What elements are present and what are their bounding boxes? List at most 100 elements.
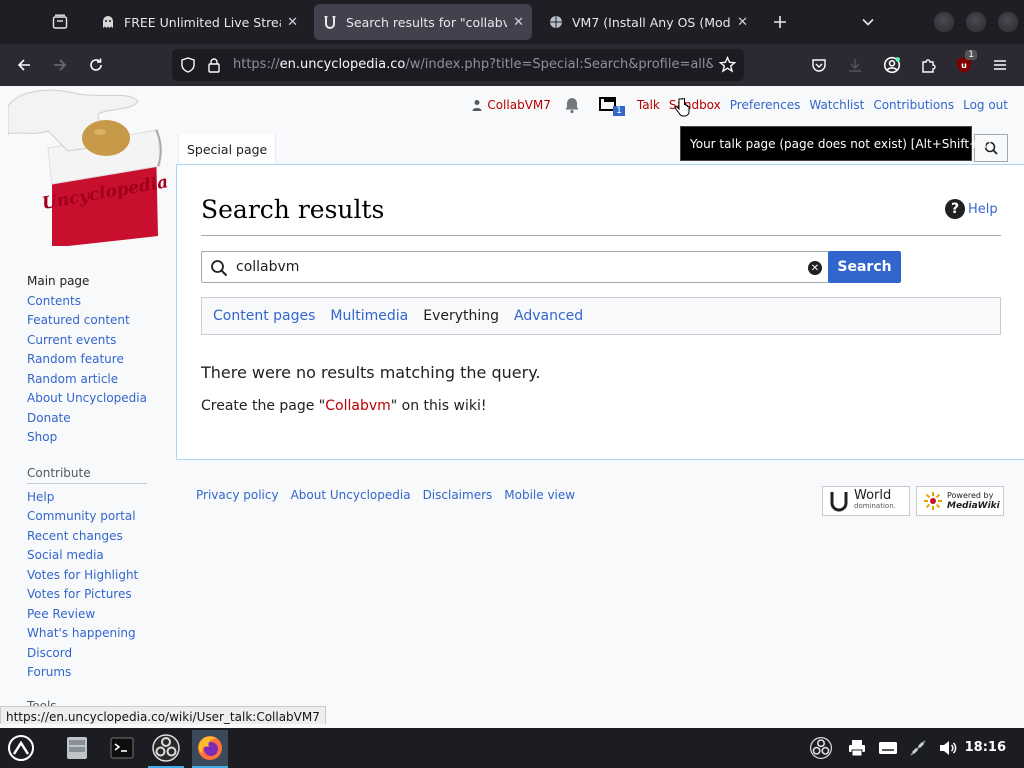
create-suffix: " on this wiki! bbox=[390, 398, 487, 414]
sidebar-item-about[interactable]: About Uncyclopedia bbox=[27, 389, 157, 409]
alerts-tray-icon[interactable]: 1 bbox=[598, 96, 625, 116]
sidebar-item-random-article[interactable]: Random article bbox=[27, 370, 157, 390]
logout-link[interactable]: Log out bbox=[963, 98, 1008, 112]
footer-mobile-view-link[interactable]: Mobile view bbox=[504, 488, 575, 502]
close-tab-icon[interactable]: ✕ bbox=[737, 15, 748, 30]
file-manager-icon[interactable] bbox=[59, 730, 95, 766]
create-page-link[interactable]: Collabvm bbox=[325, 398, 391, 414]
powered-by-mediawiki-badge[interactable]: Powered by MediaWiki bbox=[916, 486, 1004, 516]
badge-mw-label: MediaWiki bbox=[947, 501, 1000, 511]
browser-tab[interactable]: FREE Unlimited Live Streaming ✕ bbox=[92, 4, 306, 40]
page-title: Search results bbox=[201, 195, 385, 224]
sidebar-heading-contribute: Contribute bbox=[27, 462, 147, 484]
web-page: Uncyclopedia CollabVM7 1 Talk Sandbox Pr… bbox=[0, 86, 1024, 724]
url-domain: en.uncyclopedia.co bbox=[279, 57, 406, 72]
address-bar[interactable]: https://en.uncyclopedia.co/w/index.php?t… bbox=[172, 49, 744, 81]
badge-world-sub: domination. bbox=[854, 502, 896, 510]
search-input[interactable]: collabvm ✕ bbox=[201, 251, 829, 283]
sidebar-item-contents[interactable]: Contents bbox=[27, 292, 157, 312]
url-text[interactable]: https://en.uncyclopedia.co/w/index.php?t… bbox=[233, 57, 713, 72]
notifications-bell-icon[interactable] bbox=[563, 96, 581, 114]
close-tab-icon[interactable]: ✕ bbox=[287, 15, 298, 30]
sidebar-item-random-feature[interactable]: Random feature bbox=[27, 350, 157, 370]
sidebar-item-community-portal[interactable]: Community portal bbox=[27, 507, 157, 527]
sidebar-item-votes-for-pictures[interactable]: Votes for Pictures bbox=[27, 585, 157, 605]
footer-privacy-link[interactable]: Privacy policy bbox=[196, 488, 279, 502]
volume-icon[interactable] bbox=[930, 730, 966, 766]
account-icon[interactable] bbox=[878, 51, 906, 79]
tab-title: Search results for "collabvm" bbox=[346, 14, 508, 30]
badge-mw-top: Powered by bbox=[947, 491, 994, 500]
browser-tab-active[interactable]: Search results for "collabvm" ✕ bbox=[314, 4, 532, 40]
terminal-icon[interactable] bbox=[104, 730, 140, 766]
reload-icon[interactable] bbox=[82, 51, 110, 79]
heading-divider bbox=[201, 235, 1001, 236]
forward-arrow-icon[interactable] bbox=[46, 51, 74, 79]
sidebar-item-social-media[interactable]: Social media bbox=[27, 546, 157, 566]
footer-disclaimers-link[interactable]: Disclaimers bbox=[423, 488, 493, 502]
profile-advanced[interactable]: Advanced bbox=[514, 308, 583, 324]
sidebar-item-pee-review[interactable]: Pee Review bbox=[27, 605, 157, 625]
profile-content-pages[interactable]: Content pages bbox=[213, 308, 315, 324]
pocket-icon[interactable] bbox=[805, 51, 833, 79]
help-link[interactable]: ? Help bbox=[945, 199, 998, 219]
tab-list-icon[interactable] bbox=[46, 8, 74, 36]
tracking-shield-icon[interactable] bbox=[180, 57, 196, 77]
bookmark-star-icon[interactable] bbox=[718, 55, 737, 77]
sidebar-item-votes-for-highlight[interactable]: Votes for Highlight bbox=[27, 566, 157, 586]
user-page-link[interactable]: CollabVM7 bbox=[487, 98, 551, 112]
sidebar-item-discord[interactable]: Discord bbox=[27, 644, 157, 664]
app-launcher-icon[interactable] bbox=[3, 730, 39, 766]
tab-special-page[interactable]: Special page bbox=[178, 134, 277, 164]
os-taskbar: 18:16 bbox=[0, 728, 1024, 768]
help-label: Help bbox=[968, 201, 998, 217]
talk-link[interactable]: Talk bbox=[637, 98, 660, 112]
footer-about-link[interactable]: About Uncyclopedia bbox=[291, 488, 411, 502]
extension-badge: 1 bbox=[965, 50, 977, 60]
sidebar-item-forums[interactable]: Forums bbox=[27, 663, 157, 683]
contributions-link[interactable]: Contributions bbox=[873, 98, 954, 112]
sidebar: Main page Contents Featured content Curr… bbox=[27, 272, 157, 721]
watchlist-link[interactable]: Watchlist bbox=[809, 98, 864, 112]
sidebar-item-main-page[interactable]: Main page bbox=[27, 272, 157, 292]
new-tab-plus-icon[interactable] bbox=[766, 8, 794, 36]
firefox-icon[interactable] bbox=[192, 730, 228, 768]
tab-title: VM7 (Install Any OS (Modern bbox=[572, 14, 731, 30]
extensions-puzzle-icon[interactable] bbox=[914, 51, 942, 79]
obs-tray-icon[interactable] bbox=[803, 730, 839, 766]
ublock-extension-icon[interactable]: u 1 bbox=[950, 50, 978, 79]
sidebar-item-shop[interactable]: Shop bbox=[27, 428, 157, 448]
minimize-window-button[interactable] bbox=[934, 12, 954, 32]
mediawiki-flower-icon bbox=[922, 490, 944, 512]
sidebar-item-featured-content[interactable]: Featured content bbox=[27, 311, 157, 331]
preferences-link[interactable]: Preferences bbox=[730, 98, 801, 112]
menu-hamburger-icon[interactable] bbox=[986, 51, 1014, 79]
profile-multimedia[interactable]: Multimedia bbox=[330, 308, 408, 324]
sidebar-item-whats-happening[interactable]: What's happening bbox=[27, 624, 157, 644]
close-window-button[interactable] bbox=[998, 12, 1018, 32]
obs-studio-icon[interactable] bbox=[148, 730, 184, 768]
maximize-window-button[interactable] bbox=[966, 12, 986, 32]
padlock-icon[interactable] bbox=[206, 57, 222, 77]
link-status-bar: https://en.uncyclopedia.co/wiki/User_tal… bbox=[0, 706, 326, 724]
close-tab-icon[interactable]: ✕ bbox=[513, 15, 524, 30]
search-button[interactable]: Search bbox=[828, 251, 901, 283]
world-domination-badge[interactable]: World domination. bbox=[822, 486, 910, 516]
main-content: Search results ? Help collabvm ✕ Search … bbox=[176, 164, 1024, 460]
site-logo[interactable]: Uncyclopedia bbox=[7, 86, 170, 246]
system-clock[interactable]: 18:16 bbox=[965, 740, 1006, 755]
sidebar-item-recent-changes[interactable]: Recent changes bbox=[27, 527, 157, 547]
sidebar-item-current-events[interactable]: Current events bbox=[27, 331, 157, 351]
downloads-icon[interactable] bbox=[841, 51, 869, 79]
browser-nav-bar: https://en.uncyclopedia.co/w/index.php?t… bbox=[0, 44, 1024, 86]
tab-overflow-chevron-down-icon[interactable] bbox=[854, 8, 882, 36]
sidebar-item-donate[interactable]: Donate bbox=[27, 409, 157, 429]
clear-search-icon[interactable]: ✕ bbox=[808, 261, 822, 275]
sidebar-item-help[interactable]: Help bbox=[27, 488, 157, 508]
screen: FREE Unlimited Live Streaming ✕ Search r… bbox=[0, 0, 1024, 768]
back-arrow-icon[interactable] bbox=[10, 51, 38, 79]
search-value: collabvm bbox=[236, 259, 300, 275]
create-page-message: Create the page "Collabvm" on this wiki! bbox=[201, 398, 487, 414]
badge-world-label: World bbox=[854, 488, 892, 503]
browser-tab[interactable]: VM7 (Install Any OS (Modern ✕ bbox=[540, 4, 756, 40]
